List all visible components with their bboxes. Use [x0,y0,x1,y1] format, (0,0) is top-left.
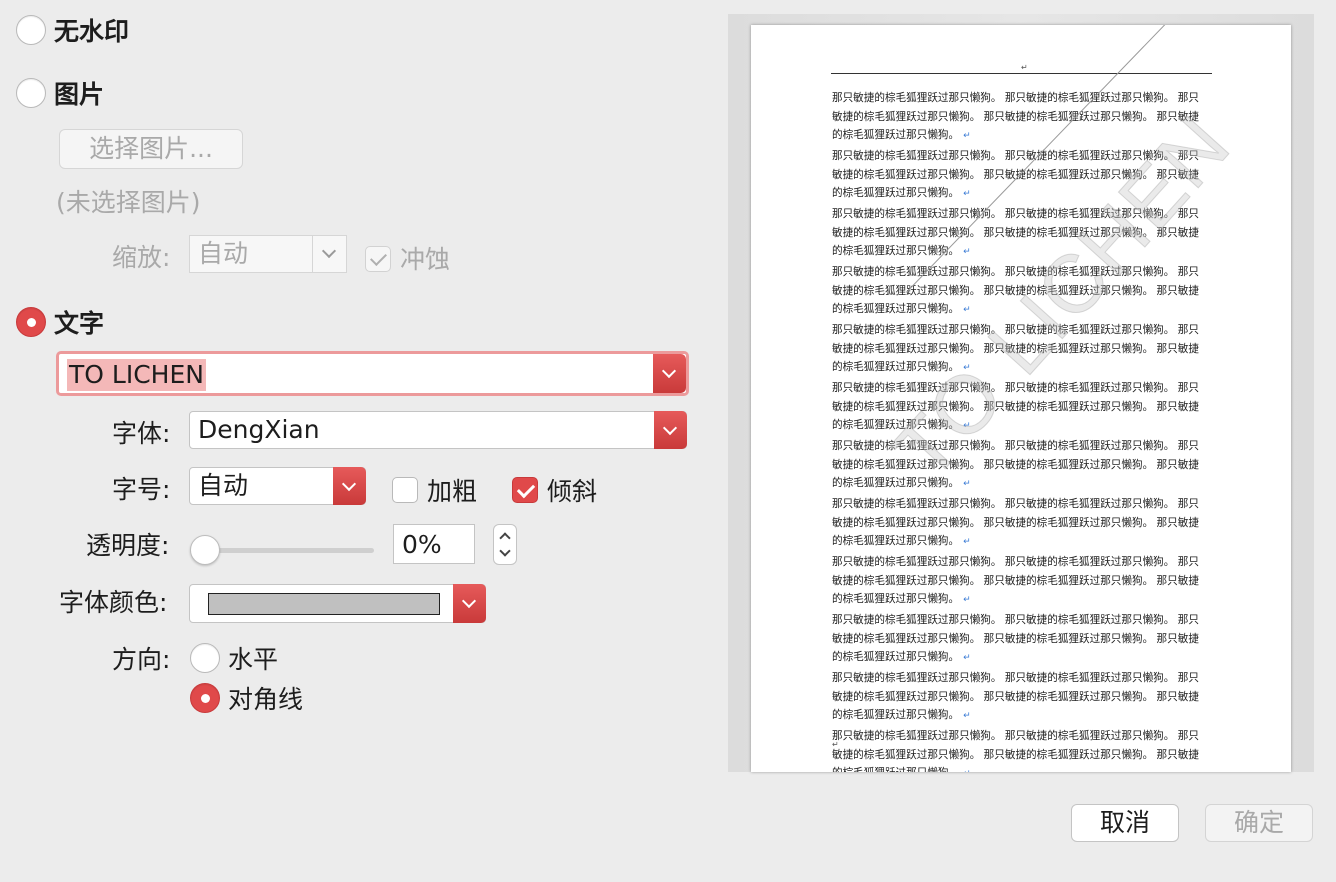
size-chevron-down-icon [333,467,366,505]
scale-label: 缩放: [112,243,171,272]
preview-line-text: 的棕毛狐狸跃过那只懒狗。 [832,303,960,315]
preview-line: 的棕毛狐狸跃过那只懒狗。 ↵ [832,764,1214,772]
preview-line: 那只敏捷的棕毛狐狸跃过那只懒狗。 那只敏捷的棕毛狐狸跃过那只懒狗。 那只 [832,556,1199,568]
preview-line-text: 的棕毛狐狸跃过那只懒狗。 [832,187,960,199]
paragraph-mark: ↵ [963,189,971,199]
size-label: 字号: [112,475,171,504]
font-chevron-down-icon [654,411,687,449]
bold-checkbox[interactable] [392,477,418,503]
paragraph-mark: ↵ [963,769,971,772]
preview-paragraph: 那只敏捷的棕毛狐狸跃过那只懒狗。 那只敏捷的棕毛狐狸跃过那只懒狗。 那只 敏捷的棕… [832,495,1214,552]
font-label: 字体: [112,419,171,448]
preview-paragraph: 那只敏捷的棕毛狐狸跃过那只懒狗。 那只敏捷的棕毛狐狸跃过那只懒狗。 那只 敏捷的棕… [832,611,1214,668]
italic-checkbox[interactable] [512,477,538,503]
washout-checkbox[interactable] [365,246,391,272]
picture-watermark-radio[interactable] [16,78,46,108]
preview-line: 敏捷的棕毛狐狸跃过那只懒狗。 那只敏捷的棕毛狐狸跃过那只懒狗。 那只敏捷 [832,690,1199,703]
paragraph-mark: ↵ [963,711,971,721]
preview-line-text: 的棕毛狐狸跃过那只懒狗。 [832,535,960,547]
direction-label: 方向: [112,645,171,674]
diagonal-radio[interactable] [190,683,220,713]
header-rule [831,73,1212,74]
bold-label: 加粗 [427,477,478,506]
watermark-text-combobox[interactable]: TO LICHEN [56,351,689,396]
paragraph-mark: ↵ [963,595,971,605]
font-color-swatch [208,593,440,615]
no-watermark-label: 无水印 [54,17,130,46]
transparency-slider-knob[interactable] [190,535,220,565]
preview-line: 敏捷的棕毛狐狸跃过那只懒狗。 那只敏捷的棕毛狐狸跃过那只懒狗。 那只敏捷 [832,458,1199,471]
font-color-label: 字体颜色: [59,588,168,617]
scale-chevron-down-icon [312,236,346,272]
header-paragraph-mark: ↵ [1021,63,1028,72]
preview-paragraph: 那只敏捷的棕毛狐狸跃过那只懒狗。 那只敏捷的棕毛狐狸跃过那只懒狗。 那只 敏捷的棕… [832,553,1214,610]
diagonal-label: 对角线 [228,685,304,714]
preview-line-text: 的棕毛狐狸跃过那只懒狗。 [832,709,960,721]
stepper-up-icon[interactable] [499,532,511,544]
font-select[interactable]: DengXian [189,411,687,449]
preview-line-text: 的棕毛狐狸跃过那只懒狗。 [832,651,960,663]
preview-line: 敏捷的棕毛狐狸跃过那只懒狗。 那只敏捷的棕毛狐狸跃过那只懒狗。 那只敏捷 [832,748,1199,761]
watermark-text-input[interactable]: TO LICHEN [67,359,206,391]
size-select[interactable]: 自动 [189,467,366,505]
preview-line-text: 的棕毛狐狸跃过那只懒狗。 [832,129,960,141]
stepper-down-icon[interactable] [499,545,511,557]
washout-label: 冲蚀 [400,245,451,274]
preview-line: 的棕毛狐狸跃过那只懒狗。↵ [832,532,1214,552]
paragraph-mark: ↵ [963,131,971,141]
preview-line: 那只敏捷的棕毛狐狸跃过那只懒狗。 那只敏捷的棕毛狐狸跃过那只懒狗。 那只 [832,730,1199,742]
preview-line: 的棕毛狐狸跃过那只懒狗。↵ [832,590,1214,610]
scale-value: 自动 [198,239,249,268]
preview-line: 那只敏捷的棕毛狐狸跃过那只懒狗。 那只敏捷的棕毛狐狸跃过那只懒狗。 那只 [832,614,1199,626]
transparency-label: 透明度: [86,531,170,560]
transparency-value: 0% [402,530,442,559]
select-picture-button[interactable]: 选择图片... [59,129,243,169]
size-value: 自动 [198,471,249,500]
no-watermark-radio[interactable] [16,15,46,45]
transparency-input[interactable]: 0% [393,524,475,564]
preview-paragraph: 那只敏捷的棕毛狐狸跃过那只懒狗。 那只敏捷的棕毛狐狸跃过那只懒狗。 那只 敏捷的棕… [832,669,1214,726]
preview-page: ↵ 那只敏捷的棕毛狐狸跃过那只懒狗。 那只敏捷的棕毛狐狸跃过那只懒狗。 那只 敏捷… [751,25,1291,772]
paragraph-mark: ↵ [963,247,971,257]
italic-label: 倾斜 [547,477,598,506]
end-paragraph-mark: ↵ [832,740,839,749]
preview-line: 敏捷的棕毛狐狸跃过那只懒狗。 那只敏捷的棕毛狐狸跃过那只懒狗。 那只敏捷 [832,516,1199,529]
preview-line-text: 的棕毛狐狸跃过那只懒狗。 [832,593,960,605]
preview-line: 那只敏捷的棕毛狐狸跃过那只懒狗。 那只敏捷的棕毛狐狸跃过那只懒狗。 那只 [832,92,1199,104]
font-value: DengXian [198,415,320,444]
font-color-chevron-down-icon [453,584,486,623]
preview-line: 敏捷的棕毛狐狸跃过那只懒狗。 那只敏捷的棕毛狐狸跃过那只懒狗。 那只敏捷 [832,632,1199,645]
transparency-stepper[interactable] [493,524,517,565]
preview-line: 的棕毛狐狸跃过那只懒狗。↵ [832,648,1214,668]
paragraph-mark: ↵ [963,479,971,489]
preview-line: 的棕毛狐狸跃过那只懒狗。↵ [832,474,1214,494]
ok-button[interactable]: 确定 [1205,804,1313,842]
text-watermark-label: 文字 [54,309,105,338]
preview-line: 敏捷的棕毛狐狸跃过那只懒狗。 那只敏捷的棕毛狐狸跃过那只懒狗。 那只敏捷 [832,574,1199,587]
horizontal-radio[interactable] [190,643,220,673]
cancel-button[interactable]: 取消 [1071,804,1179,842]
preview-line: 那只敏捷的棕毛狐狸跃过那只懒狗。 那只敏捷的棕毛狐狸跃过那只懒狗。 那只 [832,498,1199,510]
paragraph-mark: ↵ [963,305,971,315]
text-watermark-radio[interactable] [16,307,46,337]
paragraph-mark: ↵ [963,653,971,663]
horizontal-label: 水平 [228,645,279,674]
font-color-select[interactable] [189,584,486,623]
watermark-text-chevron-down-icon[interactable] [653,354,686,393]
paragraph-mark: ↵ [963,537,971,547]
preview-paragraph: 那只敏捷的棕毛狐狸跃过那只懒狗。 那只敏捷的棕毛狐狸跃过那只懒狗。 那只 敏捷的棕… [832,727,1214,772]
picture-watermark-label: 图片 [54,80,105,109]
preview-line-text: 的棕毛狐狸跃过那只懒狗。 [832,767,959,772]
scale-select[interactable]: 自动 [189,235,347,273]
preview-line: 那只敏捷的棕毛狐狸跃过那只懒狗。 那只敏捷的棕毛狐狸跃过那只懒狗。 那只 [832,672,1199,684]
no-picture-selected-label: (未选择图片) [56,188,201,217]
preview-line: 的棕毛狐狸跃过那只懒狗。↵ [832,706,1214,726]
